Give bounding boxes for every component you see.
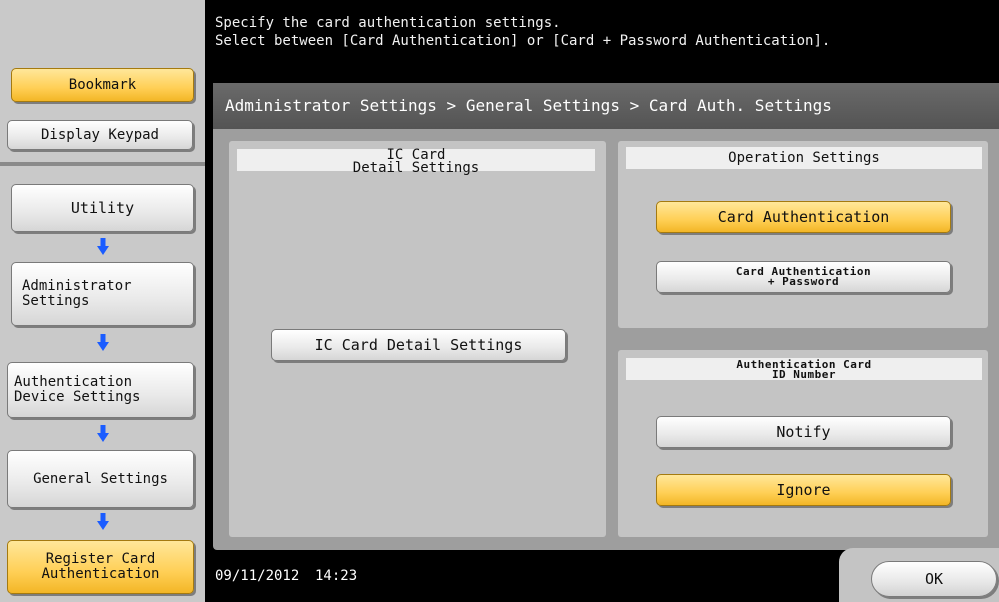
arrow-down-icon <box>97 238 109 256</box>
card-authentication-button[interactable]: Card Authentication <box>656 201 951 233</box>
notify-button[interactable]: Notify <box>656 416 951 448</box>
nav-register-card-authentication-button[interactable]: Register Card Authentication <box>7 540 194 594</box>
arrow-down-icon <box>97 334 109 352</box>
operation-settings-panel: Operation Settings Card Authentication C… <box>618 141 988 328</box>
sidebar: Bookmark Display Keypad Utility Administ… <box>0 0 205 602</box>
card-authentication-password-button[interactable]: Card Authentication + Password <box>656 261 951 293</box>
bookmark-button[interactable]: Bookmark <box>11 68 194 102</box>
authentication-card-id-heading: Authentication Card ID Number <box>626 358 982 380</box>
sidebar-divider <box>0 162 205 166</box>
footer-date: 09/11/2012 <box>215 568 300 584</box>
nav-utility-button[interactable]: Utility <box>11 184 194 232</box>
authentication-card-id-panel: Authentication Card ID Number Notify Ign… <box>618 350 988 537</box>
ic-card-heading: IC Card Detail Settings <box>237 148 595 175</box>
nav-administrator-settings-button[interactable]: Administrator Settings <box>11 262 194 326</box>
ok-button[interactable]: OK <box>871 561 997 597</box>
nav-authentication-device-settings-button[interactable]: Authentication Device Settings <box>7 362 194 418</box>
instruction-message: Specify the card authentication settings… <box>215 15 831 49</box>
ic-card-detail-settings-button[interactable]: IC Card Detail Settings <box>271 329 566 361</box>
nav-general-settings-button[interactable]: General Settings <box>7 450 194 508</box>
footer-time: 14:23 <box>315 568 358 584</box>
settings-panel: Administrator Settings > General Setting… <box>213 83 999 550</box>
ignore-button[interactable]: Ignore <box>656 474 951 506</box>
main-area: Specify the card authentication settings… <box>205 0 999 602</box>
arrow-down-icon <box>97 425 109 443</box>
operation-settings-heading: Operation Settings <box>626 147 982 169</box>
breadcrumb: Administrator Settings > General Setting… <box>213 83 999 129</box>
display-keypad-button[interactable]: Display Keypad <box>7 120 193 150</box>
arrow-down-icon <box>97 513 109 531</box>
ic-card-panel: IC Card Detail Settings IC Card Detail S… <box>229 141 606 537</box>
